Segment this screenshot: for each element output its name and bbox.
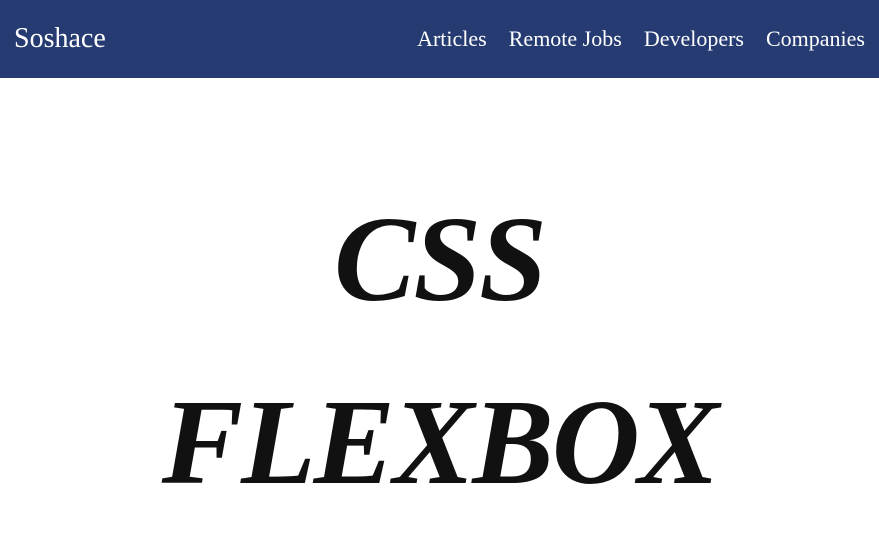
header: Soshace Articles Remote Jobs Developers … xyxy=(0,0,879,78)
main-nav: Articles Remote Jobs Developers Companie… xyxy=(417,26,865,52)
nav-articles[interactable]: Articles xyxy=(417,26,487,52)
nav-developers[interactable]: Developers xyxy=(644,26,744,52)
main-content: CSS FLEXBOX xyxy=(0,78,879,512)
hero-title-line1: CSS xyxy=(334,168,545,351)
logo[interactable]: Soshace xyxy=(14,23,106,55)
hero-title-line2: FLEXBOX xyxy=(162,351,718,534)
nav-remote-jobs[interactable]: Remote Jobs xyxy=(509,26,622,52)
nav-companies[interactable]: Companies xyxy=(766,26,865,52)
